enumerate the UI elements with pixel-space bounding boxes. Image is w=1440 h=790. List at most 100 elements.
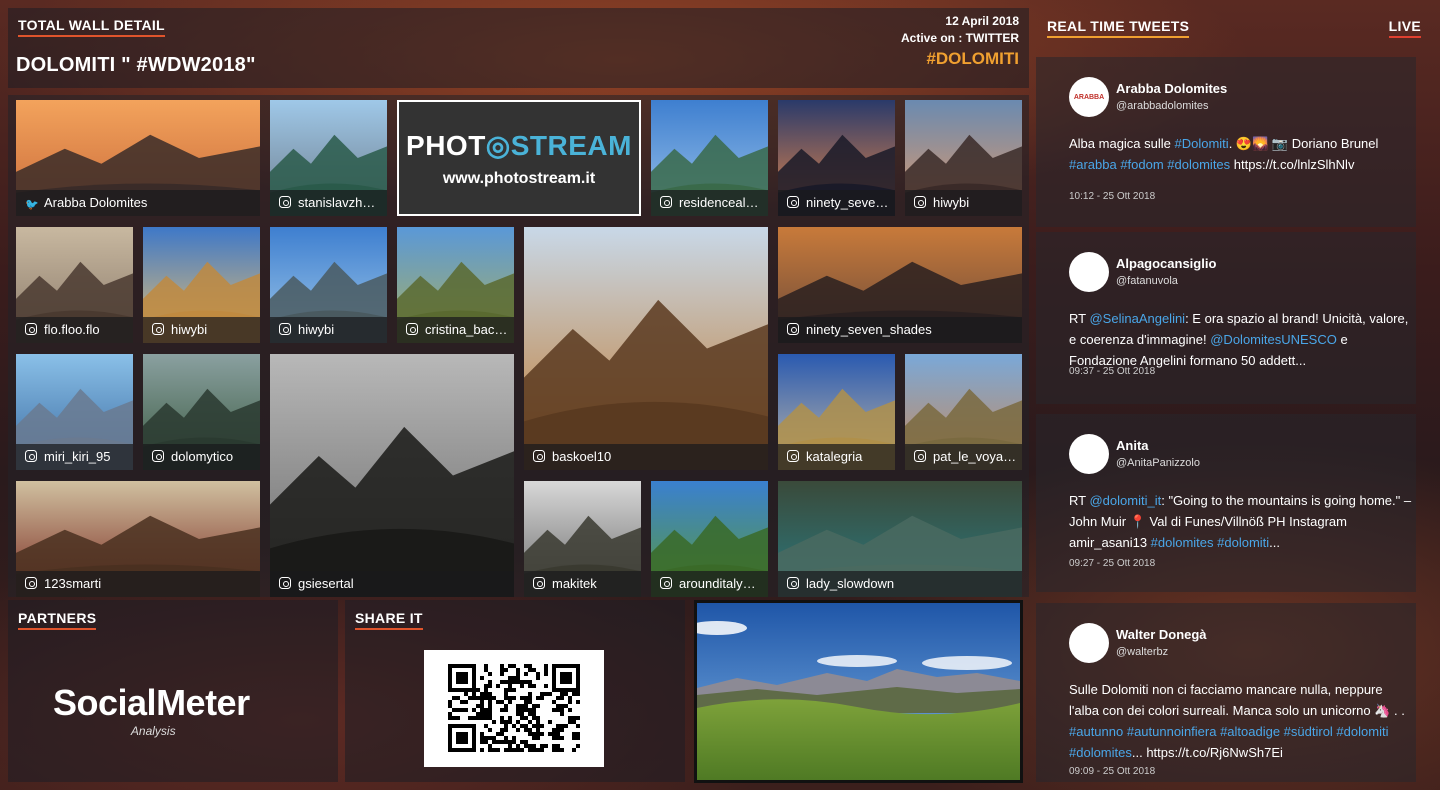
- photo-author: ninety_seven_shades: [806, 322, 932, 337]
- tweet-text: https://t.co/lnlzSlhNlv: [1230, 157, 1355, 172]
- tweet-card[interactable]: ARABBA Arabba Dolomites @arabbadolomites…: [1036, 57, 1416, 227]
- active-on: Active on : TWITTER: [901, 31, 1019, 45]
- avatar[interactable]: [1069, 434, 1109, 474]
- tweet-text: ...: [1269, 535, 1281, 550]
- photo-author: hiwybi: [298, 322, 335, 337]
- photo-tile[interactable]: hiwybi: [905, 100, 1022, 216]
- photo-author: gsiesertal: [298, 576, 354, 591]
- photo-tile[interactable]: makitek: [524, 481, 641, 597]
- tweet-text: RT: [1069, 493, 1090, 508]
- instagram-icon: [25, 450, 37, 462]
- instagram-icon: [279, 577, 291, 589]
- section-label-partners: PARTNERS: [18, 610, 97, 630]
- tweet-link[interactable]: @dolomiti_it: [1089, 493, 1161, 508]
- tweet-handle[interactable]: @AnitaPanizzolo: [1116, 457, 1200, 469]
- photo-caption: arounditaly…: [651, 571, 768, 597]
- photo-author: hiwybi: [171, 322, 208, 337]
- photo-tile[interactable]: flo.floo.flo: [16, 227, 133, 343]
- section-label-total-wall-detail: TOTAL WALL DETAIL: [18, 17, 165, 37]
- tweet-body: RT @SelinaAngelini: E ora spazio al bran…: [1069, 308, 1414, 371]
- photo-tile[interactable]: residenceal…: [651, 100, 768, 216]
- instagram-icon: [152, 323, 164, 335]
- avatar-label: ARABBA: [1073, 93, 1105, 101]
- photo-tile[interactable]: hiwybi: [270, 227, 387, 343]
- tweet-text: RT: [1069, 311, 1090, 326]
- tweet-text: ... https://t.co/Rj6NwSh7Ei: [1131, 745, 1283, 760]
- photo-tile[interactable]: 123smarti: [16, 481, 260, 597]
- instagram-icon: [787, 323, 799, 335]
- photo-caption: lady_slowdown: [778, 571, 1022, 597]
- photo-tile[interactable]: dolomytico: [143, 354, 260, 470]
- instagram-icon: [660, 196, 672, 208]
- photo-tile[interactable]: stanislavzh…: [270, 100, 387, 216]
- photostream-wordmark: PHOT◎STREAM: [406, 129, 632, 161]
- photo-tile[interactable]: ninety_seven_shades: [778, 227, 1022, 343]
- tweet-link[interactable]: #Dolomiti: [1175, 136, 1229, 151]
- photo-image: [524, 227, 768, 470]
- photo-tile[interactable]: hiwybi: [143, 227, 260, 343]
- tweet-link[interactable]: @DolomitesUNESCO: [1210, 332, 1337, 347]
- tweet-handle[interactable]: @fatanuvola: [1116, 275, 1178, 287]
- brand-social: Social: [53, 682, 157, 723]
- instagram-icon: [152, 450, 164, 462]
- featured-photo[interactable]: [694, 600, 1023, 783]
- photo-author: katalegria: [806, 449, 863, 464]
- photo-caption: hiwybi: [143, 317, 260, 343]
- brand-sub: Analysis: [130, 724, 176, 738]
- tweet-card[interactable]: Walter Donegà @walterbz Sulle Dolomiti n…: [1036, 603, 1416, 782]
- instagram-icon: [25, 577, 37, 589]
- avatar[interactable]: [1069, 252, 1109, 292]
- live-badge: LIVE: [1388, 18, 1421, 38]
- photo-caption: flo.floo.flo: [16, 317, 133, 343]
- photo-author: hiwybi: [933, 195, 970, 210]
- tweet-handle[interactable]: @walterbz: [1116, 646, 1168, 658]
- avatar[interactable]: ARABBA: [1069, 77, 1109, 117]
- photo-caption: ninety_seve…: [778, 190, 895, 216]
- avatar[interactable]: [1069, 623, 1109, 663]
- tweet-author[interactable]: Walter Donegà: [1116, 627, 1207, 642]
- tweet-link[interactable]: #dolomites #dolomiti: [1151, 535, 1270, 550]
- photo-tile[interactable]: 🐦 Arabba Dolomites: [16, 100, 260, 216]
- tweet-author[interactable]: Arabba Dolomites: [1116, 81, 1227, 96]
- instagram-icon: [279, 196, 291, 208]
- real-time-tweets-title: REAL TIME TWEETS: [1047, 18, 1190, 38]
- tweet-author[interactable]: Alpagocansiglio: [1116, 256, 1216, 271]
- photo-tile[interactable]: arounditaly…: [651, 481, 768, 597]
- photostream-url: www.photostream.it: [442, 169, 596, 187]
- tweet-card[interactable]: Alpagocansiglio @fatanuvola RT @SelinaAn…: [1036, 232, 1416, 404]
- photo-author: 123smarti: [44, 576, 102, 591]
- tweet-body: Sulle Dolomiti non ci facciamo mancare n…: [1069, 679, 1414, 763]
- photo-caption: makitek: [524, 571, 641, 597]
- photostream-logo[interactable]: PHOT◎STREAM www.photostream.it: [397, 100, 641, 216]
- tweets-header: REAL TIME TWEETS LIVE: [1036, 8, 1432, 48]
- photo-tile[interactable]: pat_le_voya…: [905, 354, 1022, 470]
- tweet-body: Alba magica sulle #Dolomiti. 😍🌄 📷 Dorian…: [1069, 133, 1414, 175]
- tweet-text: Sulle Dolomiti non ci facciamo mancare n…: [1069, 682, 1405, 718]
- photo-caption: gsiesertal: [270, 571, 514, 597]
- photo-tile[interactable]: miri_kiri_95: [16, 354, 133, 470]
- photo-tile[interactable]: gsiesertal: [270, 354, 514, 597]
- tweet-handle[interactable]: @arabbadolomites: [1116, 100, 1209, 112]
- photo-grid: 🐦 Arabba Dolomites stanislavzh… residence…: [8, 95, 1029, 597]
- photo-author: pat_le_voya…: [933, 449, 1017, 464]
- tweet-body: RT @dolomiti_it: "Going to the mountains…: [1069, 490, 1414, 553]
- photo-author: stanislavzh…: [298, 195, 376, 210]
- photo-caption: stanislavzh…: [270, 190, 387, 216]
- photo-tile[interactable]: lady_slowdown: [778, 481, 1022, 597]
- hashtag-title: #DOLOMITI: [926, 49, 1019, 68]
- photo-tile[interactable]: baskoel10: [524, 227, 768, 470]
- twitter-icon: 🐦: [25, 199, 39, 211]
- photo-caption: miri_kiri_95: [16, 444, 133, 470]
- photo-tile[interactable]: cristina_bac…: [397, 227, 514, 343]
- instagram-icon: [914, 196, 926, 208]
- tweet-author[interactable]: Anita: [1116, 438, 1149, 453]
- tweet-link[interactable]: @SelinaAngelini: [1089, 311, 1185, 326]
- photo-caption: hiwybi: [905, 190, 1022, 216]
- photo-author: arounditaly…: [679, 576, 756, 591]
- featured-photo-image: [697, 603, 1020, 780]
- tweet-card[interactable]: Anita @AnitaPanizzolo RT @dolomiti_it: "…: [1036, 414, 1416, 592]
- qr-code[interactable]: [424, 650, 604, 767]
- photo-tile[interactable]: ninety_seve…: [778, 100, 895, 216]
- photo-tile[interactable]: katalegria: [778, 354, 895, 470]
- tweet-link[interactable]: #arabba #fodom #dolomites: [1069, 157, 1230, 172]
